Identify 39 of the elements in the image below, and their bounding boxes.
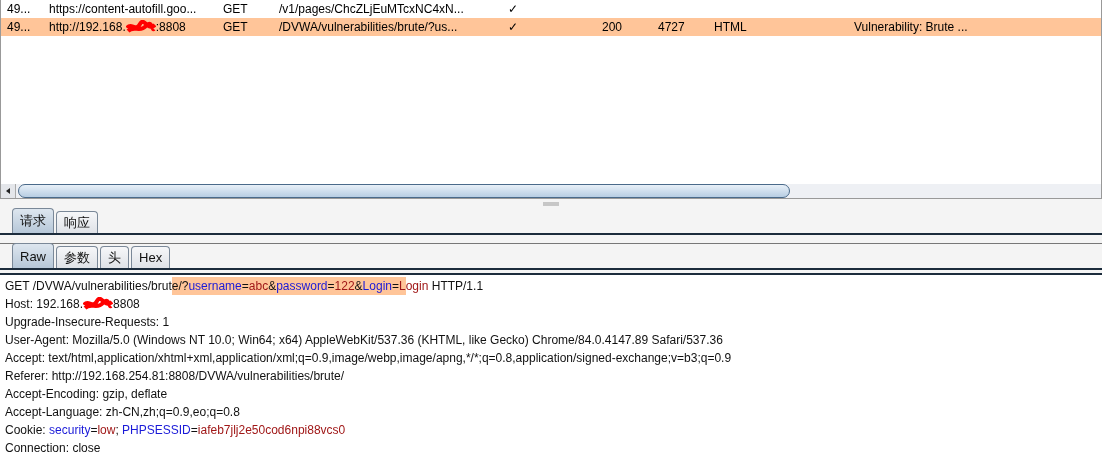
tab[interactable]: Raw [12, 243, 54, 268]
table-cell-text: 49... [6, 2, 32, 16]
tab[interactable]: 请求 [12, 208, 54, 233]
request-line: Connection: close [5, 440, 102, 457]
table-cell-text: /v1/pages/ChcZLjEuMTcxNC4xN... [278, 2, 465, 16]
request-line: Referer: http://192.168.254.81:8808/DVWA/vulnerabilities/brute/ [5, 368, 346, 385]
tab[interactable]: Hex [131, 246, 171, 268]
request-line: Host: 192.168. 8808 [5, 296, 141, 313]
history-row[interactable]: 49... http://192.168. :8808 GET /DVWA/vulnerabilities/brute/?us... ✓ 200 4727 HTML Vulnerability: Brute ... [1, 18, 1101, 36]
tab[interactable]: 响应 [56, 211, 98, 233]
request-line: User-Agent: Mozilla/5.0 (Windows NT 10.0; Win64; x64) AppleWebKit/537.36 (KHTML, like Gecko) Chrome/84.0.4147.89 Safari/537.36 [5, 332, 724, 349]
url-text: https://content-autofill.goo... [49, 2, 197, 16]
request-editor[interactable] [0, 273, 1102, 475]
redaction-scribble [125, 20, 156, 34]
scroll-left-button[interactable] [1, 184, 16, 198]
port-text: :8808 [155, 20, 186, 34]
table-cell-text: HTML [713, 20, 748, 34]
table-cell-text: Vulnerability: Brute ... [853, 20, 969, 34]
request-line: Accept: text/html,application/xhtml+xml,application/xml;q=0.9,image/webp,image/apng,*/*;q=0.8,application/signed-exchange;v=b3;q=0.9 [5, 350, 733, 367]
tab[interactable]: 头 [100, 246, 129, 268]
request-line: GET /DVWA/vulnerabilities/brute/?username=abc&password=122&Login=Login HTTP/1.1 [5, 277, 485, 295]
url-text: http://192.168. [49, 20, 126, 34]
request-line: Accept-Encoding: gzip, deflate [5, 386, 169, 403]
tab[interactable]: 参数 [56, 246, 98, 268]
scrollbar-thumb[interactable] [18, 184, 790, 198]
table-cell-text: GET [222, 2, 249, 16]
redaction-scribble [83, 297, 114, 311]
table-cell-text: GET [222, 20, 249, 34]
table-cell-text: 4727 [657, 20, 686, 34]
table-cell-text: ✓ [507, 2, 519, 16]
request-line: Cookie: security=low; PHPSESSID=iafeb7jlj2e50cod6npi88vcs0 [5, 422, 347, 439]
request-line: Accept-Language: zh-CN,zh;q=0.9,eo;q=0.8 [5, 404, 241, 421]
table-cell-text: 200 [601, 20, 624, 34]
request-line: Upgrade-Insecure-Requests: 1 [5, 314, 171, 331]
table-cell-text: ✓ [507, 20, 519, 34]
splitter-grip-icon[interactable] [543, 202, 559, 206]
table-cell-text: 49... [6, 20, 32, 34]
left-arrow-icon [4, 187, 12, 195]
table-cell-text: /DVWA/vulnerabilities/brute/?us... [278, 20, 459, 34]
